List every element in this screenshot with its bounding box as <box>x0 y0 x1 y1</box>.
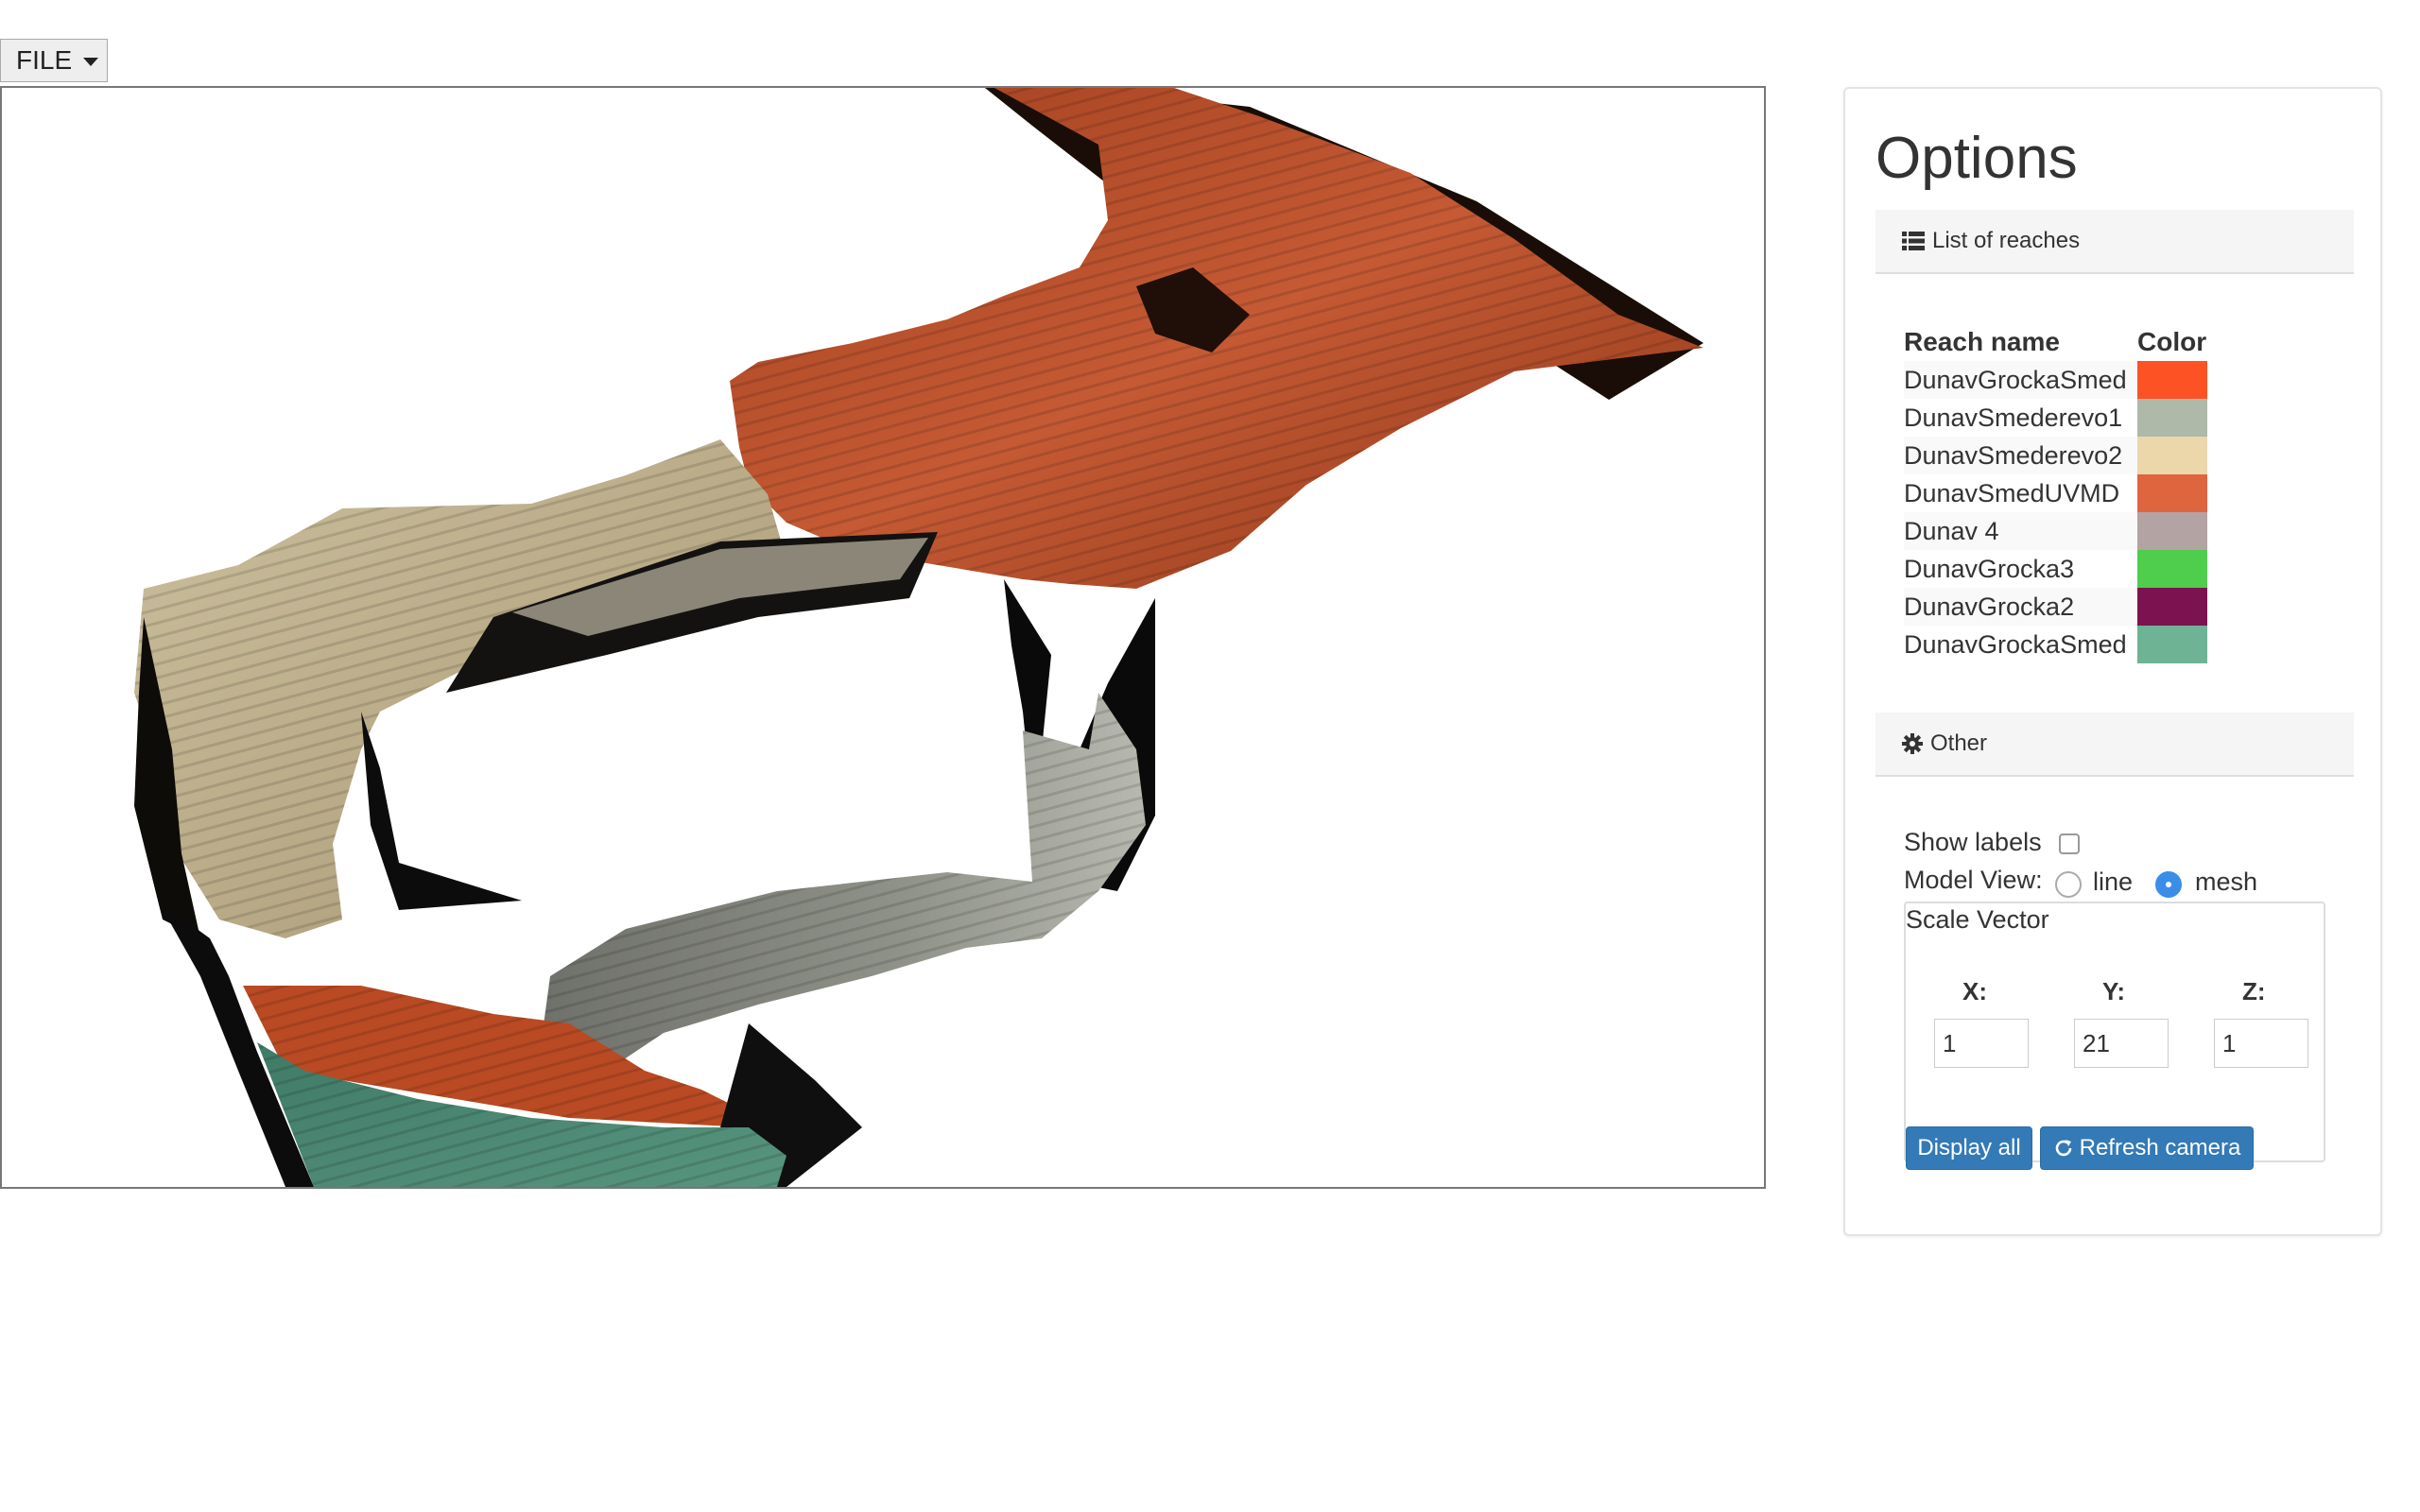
reach-name-cell: DunavGrocka2 <box>1904 588 2137 626</box>
scale-y-input[interactable] <box>2074 1019 2169 1068</box>
show-labels-checkbox[interactable] <box>2059 833 2080 854</box>
table-row: DunavGrocka2 <box>1904 588 2207 626</box>
reach-color-swatch[interactable] <box>2137 626 2207 663</box>
reach-name-cell: DunavGrockaSmed <box>1904 361 2137 399</box>
other-header: Other <box>1876 713 2354 777</box>
reaches-table-body: DunavGrockaSmed DunavSmederevo1 DunavSmede… <box>1904 361 2207 663</box>
options-title: Options <box>1876 126 2078 191</box>
table-row: DunavSmederevo2 <box>1904 437 2207 474</box>
model-view-mesh-radio[interactable] <box>2155 871 2182 898</box>
reach-color-swatch[interactable] <box>2137 474 2207 512</box>
reach-name-cell: DunavSmedUVMD <box>1904 478 2120 507</box>
reach-color-swatch[interactable] <box>2137 588 2207 626</box>
dark-fin-left <box>361 712 522 910</box>
reach-color-swatch[interactable] <box>2137 437 2207 474</box>
show-labels-label: Show labels <box>1904 828 2042 856</box>
river-mesh-render <box>134 88 1703 1187</box>
reach-name-cell: DunavSmederevo1 <box>1904 403 2123 432</box>
table-row: DunavGrockaSmed <box>1904 626 2207 663</box>
table-row: DunavGrocka3 <box>1904 550 2207 588</box>
other-title: Other <box>1930 730 1988 756</box>
column-header-color: Color <box>2137 327 2207 356</box>
reaches-table: Reach name Color DunavGrockaSmed DunavSme… <box>1904 323 2207 663</box>
table-row: Dunav 4 <box>1904 512 2207 550</box>
model-view-mesh-label: mesh <box>2195 868 2258 896</box>
list-icon <box>1902 231 1925 251</box>
reach-name-cell: DunavGrockaSmed <box>1904 629 2127 659</box>
list-of-reaches-header: List of reaches <box>1876 210 2354 274</box>
table-row: DunavGrockaSmed <box>1904 361 2207 399</box>
display-all-button[interactable]: Display all <box>1906 1126 2032 1170</box>
refresh-icon <box>2053 1138 2074 1159</box>
file-menu-label: FILE <box>16 45 73 75</box>
caret-down-icon <box>83 57 99 66</box>
scale-x-label: X: <box>1962 977 1987 1005</box>
model-view-line-label: line <box>2093 868 2134 896</box>
gear-icon <box>1902 733 1923 754</box>
scale-z-label: Z: <box>2242 977 2266 1005</box>
column-header-reach-name: Reach name <box>1904 327 2060 356</box>
model-view-line-radio[interactable] <box>2055 871 2082 898</box>
scale-vector-group: Scale Vector X: Y: Z: Display all Refres… <box>1904 902 2325 1170</box>
scale-vector-legend: Scale Vector <box>1906 905 2049 934</box>
refresh-camera-label: Refresh camera <box>2079 1135 2241 1160</box>
table-row: DunavSmedUVMD <box>1904 474 2207 512</box>
refresh-camera-button[interactable]: Refresh camera <box>2040 1126 2254 1170</box>
reach-color-swatch[interactable] <box>2137 512 2207 550</box>
reach-color-swatch[interactable] <box>2137 399 2207 437</box>
scale-x-input[interactable] <box>1934 1019 2029 1068</box>
reach-name-cell: DunavGrocka3 <box>1904 554 2075 583</box>
gray-reach-texture <box>536 693 1146 1080</box>
table-row: DunavSmederevo1 <box>1904 399 2207 437</box>
reach-name-cell: DunavSmederevo2 <box>1904 437 2137 474</box>
scale-y-label: Y: <box>2102 977 2126 1005</box>
file-menu-button[interactable]: FILE <box>0 39 108 82</box>
list-of-reaches-title: List of reaches <box>1932 228 2081 253</box>
reach-color-swatch[interactable] <box>2137 361 2207 399</box>
scale-z-input[interactable] <box>2214 1019 2308 1068</box>
reach-name-cell: Dunav 4 <box>1904 512 2137 550</box>
model-view-label: Model View: <box>1904 866 2043 894</box>
options-panel: Options List of reaches Reach name Color… <box>1843 87 2382 1236</box>
3d-viewport[interactable] <box>0 86 1766 1189</box>
reach-color-swatch[interactable] <box>2137 550 2207 588</box>
